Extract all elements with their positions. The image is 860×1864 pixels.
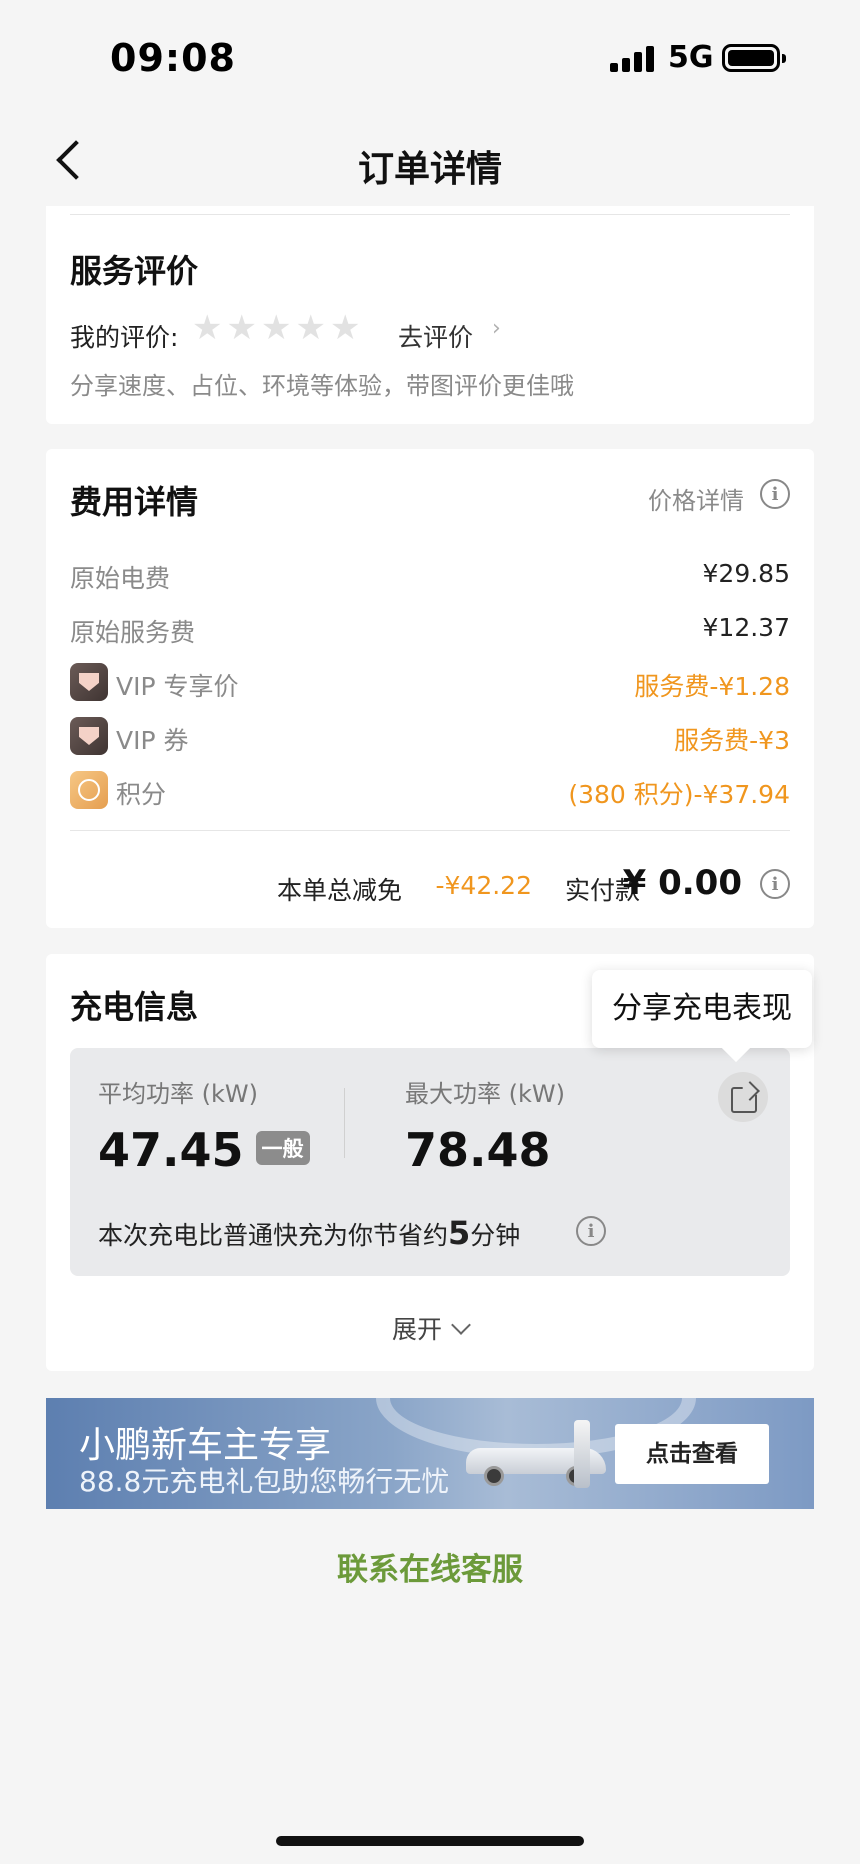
star-icon[interactable]: ★ bbox=[261, 310, 291, 346]
charging-title: 充电信息 bbox=[70, 988, 199, 1026]
price-detail-link[interactable]: 价格详情 bbox=[648, 481, 744, 516]
promo-banner[interactable]: 小鹏新车主专享 88.8元充电礼包助您畅行无忧 点击查看 bbox=[46, 1398, 814, 1509]
review-title: 服务评价 bbox=[70, 252, 199, 290]
divider bbox=[70, 830, 790, 831]
time-saved-prefix: 本次充电比普通快充为你节省约 bbox=[98, 1221, 449, 1250]
max-power: 最大功率 (kW) 78.48 bbox=[405, 1074, 565, 1177]
info-icon[interactable]: i bbox=[760, 869, 790, 899]
fee-title: 费用详情 bbox=[70, 483, 199, 521]
service-review-card: 服务评价 我的评价: ★ ★ ★ ★ ★ 去评价 › 分享速度、占位、环境等体验，带图评… bbox=[46, 206, 814, 424]
fee-value: ¥12.37 bbox=[702, 613, 790, 642]
fee-label: VIP 券 bbox=[116, 726, 189, 755]
go-rate-link[interactable]: 去评价 bbox=[398, 318, 473, 354]
total-discount-value: -¥42.22 bbox=[435, 871, 533, 900]
view-button[interactable]: 点击查看 bbox=[615, 1424, 769, 1484]
battery-icon bbox=[722, 44, 786, 72]
car-image bbox=[466, 1434, 616, 1486]
fee-label: 原始服务费 bbox=[70, 618, 196, 647]
status-time: 09:08 bbox=[110, 36, 236, 80]
fee-label: VIP 专享价 bbox=[116, 672, 239, 701]
fee-label: 积分 bbox=[116, 780, 167, 809]
expand-button[interactable]: 展开 bbox=[46, 1310, 814, 1346]
star-icon[interactable]: ★ bbox=[226, 310, 256, 346]
star-icon[interactable]: ★ bbox=[295, 310, 325, 346]
avg-power-value: 47.45 bbox=[98, 1123, 244, 1177]
my-rating-label: 我的评价: bbox=[70, 323, 179, 352]
power-summary: 平均功率 (kW) 47.45 一般 最大功率 (kW) 78.48 本次充电比普… bbox=[70, 1048, 790, 1276]
signal-icon bbox=[610, 46, 656, 72]
avg-power-value-row: 47.45 一般 bbox=[98, 1123, 310, 1177]
max-power-label: 最大功率 (kW) bbox=[405, 1080, 565, 1108]
charger-image bbox=[574, 1420, 590, 1488]
vip-icon bbox=[70, 663, 108, 701]
paid-value: ¥ 0.00 bbox=[622, 863, 742, 903]
fee-row: VIP 专享价 服务费-¥1.28 bbox=[70, 663, 790, 703]
fee-row: 原始电费 ¥29.85 bbox=[70, 555, 790, 595]
avg-power-label: 平均功率 (kW) bbox=[98, 1080, 258, 1108]
rating-stars[interactable]: ★ ★ ★ ★ ★ bbox=[192, 310, 364, 346]
info-icon[interactable]: i bbox=[576, 1216, 606, 1246]
total-discount-label: 本单总减免 bbox=[276, 876, 402, 905]
expand-label: 展开 bbox=[391, 1315, 442, 1344]
share-tooltip[interactable]: 分享充电表现 bbox=[592, 970, 812, 1048]
nav-bar: 订单详情 bbox=[0, 120, 860, 204]
divider bbox=[344, 1088, 345, 1158]
fee-detail-card: 费用详情 价格详情 i 原始电费 ¥29.85 原始服务费 ¥12.37 VIP… bbox=[46, 449, 814, 928]
time-saved-text: 本次充电比普通快充为你节省约5分钟 bbox=[98, 1214, 520, 1252]
fee-value: 服务费-¥3 bbox=[674, 726, 790, 755]
banner-subtitle: 88.8元充电礼包助您畅行无忧 bbox=[79, 1465, 450, 1498]
fee-row: 积分 (380 积分)-¥37.94 bbox=[70, 771, 790, 811]
fee-value: ¥29.85 bbox=[702, 559, 790, 588]
review-hint: 分享速度、占位、环境等体验，带图评价更佳哦 bbox=[70, 372, 574, 400]
info-icon[interactable]: i bbox=[760, 479, 790, 509]
star-icon[interactable]: ★ bbox=[330, 310, 360, 346]
fee-value: (380 积分)-¥37.94 bbox=[568, 780, 790, 809]
fee-label: 原始电费 bbox=[70, 564, 171, 593]
max-power-value: 78.48 bbox=[405, 1123, 551, 1177]
page-title: 订单详情 bbox=[357, 149, 502, 190]
power-level-badge: 一般 bbox=[255, 1130, 310, 1165]
contact-support-link[interactable]: 联系在线客服 bbox=[0, 1544, 860, 1589]
divider bbox=[70, 214, 790, 215]
home-indicator[interactable] bbox=[276, 1836, 584, 1846]
fee-row: 原始服务费 ¥12.37 bbox=[70, 609, 790, 649]
chevron-down-icon bbox=[451, 1315, 471, 1335]
chevron-right-icon[interactable]: › bbox=[492, 316, 501, 341]
star-icon[interactable]: ★ bbox=[192, 310, 222, 346]
status-bar: 09:08 5G bbox=[0, 0, 860, 110]
network-type: 5G bbox=[668, 40, 714, 75]
avg-power: 平均功率 (kW) 47.45 一般 bbox=[98, 1074, 310, 1177]
time-saved-minutes: 5 bbox=[448, 1214, 471, 1252]
fee-row: VIP 券 服务费-¥3 bbox=[70, 717, 790, 757]
share-icon[interactable] bbox=[718, 1072, 768, 1122]
time-saved-suffix: 分钟 bbox=[470, 1221, 521, 1250]
points-icon bbox=[70, 771, 108, 809]
vip-icon bbox=[70, 717, 108, 755]
fee-value: 服务费-¥1.28 bbox=[634, 672, 790, 701]
